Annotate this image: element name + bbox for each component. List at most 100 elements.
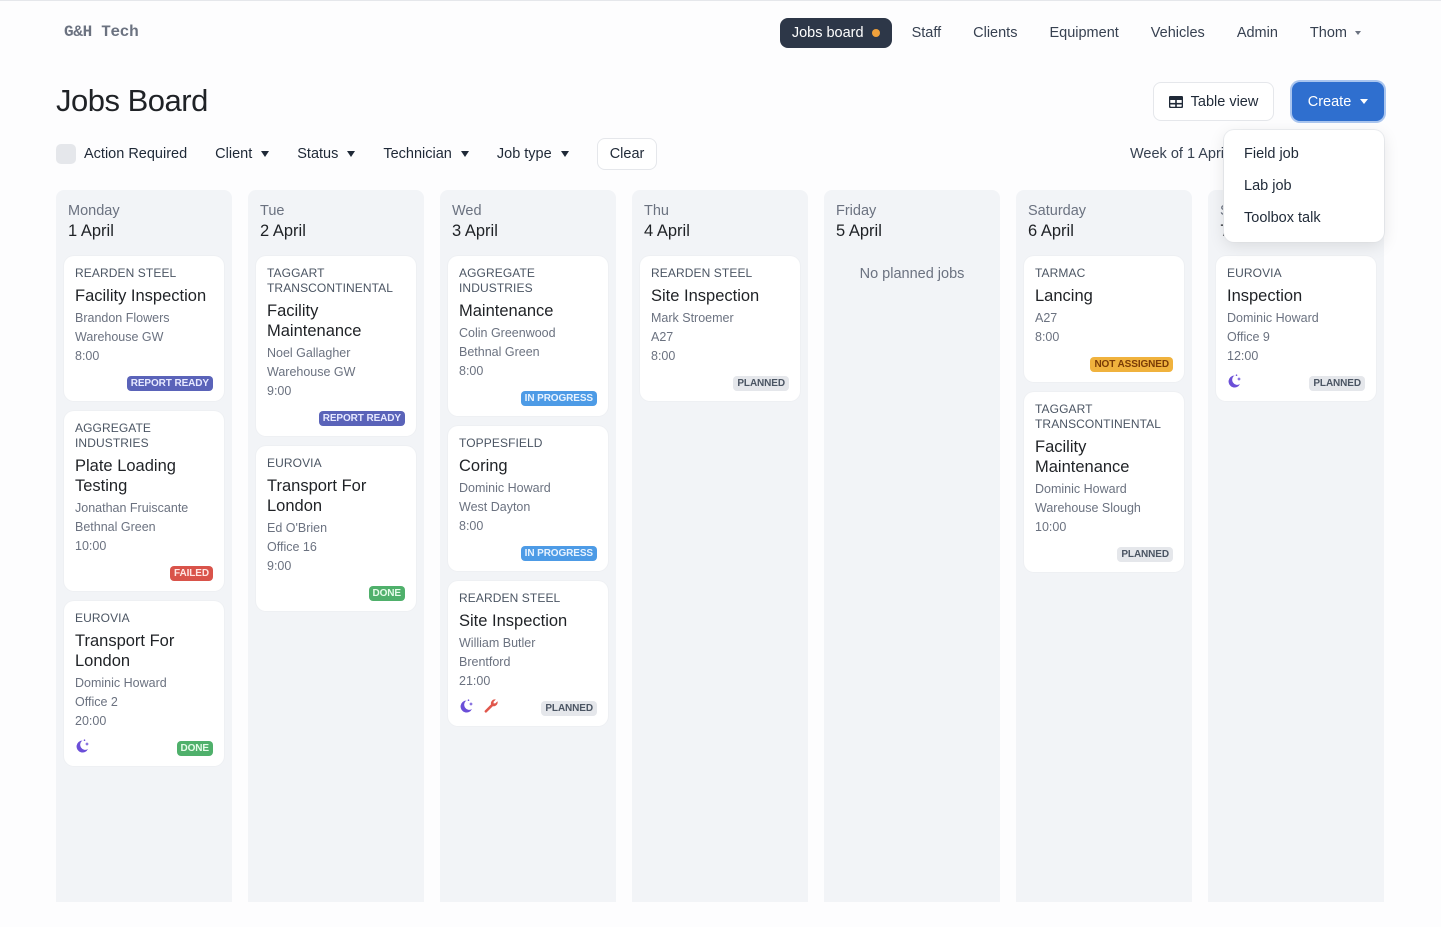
- job-time: 8:00: [459, 519, 484, 533]
- job-card-footer: Done: [75, 738, 213, 758]
- status-badge: Done: [368, 585, 405, 601]
- filter-label: Job type: [496, 146, 552, 162]
- job-location: West Dayton: [459, 500, 531, 514]
- create-button[interactable]: Create: [1292, 82, 1384, 121]
- nav-item-staff[interactable]: Staff: [896, 18, 958, 48]
- action-required-checkbox[interactable]: [56, 144, 76, 164]
- job-location: Warehouse GW: [267, 365, 356, 379]
- job-card-footer: Planned: [651, 375, 789, 391]
- status-badge: Report ready: [126, 375, 213, 391]
- table-view-button[interactable]: Table view: [1153, 82, 1274, 121]
- page-title: Jobs Board: [56, 83, 208, 118]
- job-card[interactable]: Toppesfield Coring Dominic Howard West Dayt…: [448, 426, 608, 571]
- column-date: 4 April: [644, 222, 690, 240]
- top-nav-bar: G&H Tech Jobs board Staff Clients Equipm…: [0, 1, 1441, 65]
- job-location: A27: [651, 330, 674, 344]
- job-title: Transport For London: [267, 477, 367, 515]
- job-icons: [75, 738, 91, 758]
- job-card[interactable]: Aggregate Industries Plate Loading Testin…: [64, 411, 224, 591]
- status-badge: Planned: [1117, 546, 1173, 562]
- job-technician: Brandon Flowers: [75, 311, 170, 325]
- job-client: Rearden Steel: [75, 266, 177, 280]
- job-client: Taggart Transcontinental: [267, 266, 394, 295]
- job-time: 9:00: [267, 384, 292, 398]
- user-menu[interactable]: Thom: [1294, 18, 1377, 48]
- column-day: Tue: [260, 203, 285, 219]
- nav-item-admin[interactable]: Admin: [1221, 18, 1294, 48]
- job-time: 21:00: [459, 674, 491, 688]
- menu-item-lab-job[interactable]: Lab job: [1224, 170, 1384, 202]
- menu-item-toolbox-talk[interactable]: Toolbox talk: [1224, 202, 1384, 234]
- job-card[interactable]: Aggregate Industries Maintenance Colin Gre…: [448, 256, 608, 416]
- status-badge: In progress: [520, 545, 597, 561]
- day-column: Tue 2 April Taggart Transcontinental Facili…: [248, 190, 424, 902]
- job-card[interactable]: Taggart Transcontinental Facility Mainten…: [1024, 392, 1184, 572]
- job-icons: [1227, 373, 1243, 393]
- job-card-footer: In progress: [459, 390, 597, 406]
- job-client: Tarmac: [1035, 266, 1086, 280]
- filter-technician-dropdown[interactable]: Technician: [383, 146, 469, 162]
- job-client: Rearden Steel: [459, 591, 561, 605]
- day-column: Wed 3 April Aggregate Industries Maintenanc…: [440, 190, 616, 902]
- status-badge: Planned: [541, 700, 597, 716]
- action-required-label[interactable]: Action Required: [84, 146, 187, 162]
- column-day: Thu: [644, 203, 669, 219]
- status-badge: Done: [176, 740, 213, 756]
- job-client: Rearden Steel: [651, 266, 753, 280]
- job-technician: Ed O'Brien: [267, 521, 328, 535]
- filter-status-dropdown[interactable]: Status: [297, 146, 356, 162]
- column-day: Saturday: [1028, 203, 1087, 219]
- status-badge: In progress: [520, 390, 597, 406]
- job-technician: Jonathan Fruiscante: [75, 501, 189, 515]
- job-card[interactable]: Eurovia Inspection Dominic Howard Office 9 1…: [1216, 256, 1376, 401]
- app-logo[interactable]: G&H Tech: [64, 23, 139, 41]
- nav-item-jobs-board[interactable]: Jobs board: [779, 18, 892, 48]
- job-client: Eurovia: [75, 611, 130, 625]
- column-day: Monday: [68, 203, 120, 219]
- job-card[interactable]: Eurovia Transport For London Dominic Howar…: [64, 601, 224, 766]
- night-shift-icon: [75, 738, 91, 758]
- day-column: Friday 5 April No planned jobs: [824, 190, 1000, 902]
- menu-item-field-job[interactable]: Field job: [1224, 138, 1384, 170]
- job-card-footer: Failed: [75, 565, 213, 581]
- user-name: Thom: [1309, 25, 1347, 41]
- job-time: 10:00: [75, 539, 107, 553]
- nav-item-clients[interactable]: Clients: [957, 18, 1033, 48]
- job-card[interactable]: Eurovia Transport For London Ed O'Brien Off…: [256, 446, 416, 611]
- status-badge: Report ready: [318, 410, 405, 426]
- clear-filters-button[interactable]: Clear: [596, 138, 658, 170]
- job-time: 12:00: [1227, 349, 1259, 363]
- filter-label: Client: [215, 146, 253, 162]
- job-technician: Dominic Howard: [459, 481, 551, 495]
- job-title: Transport For London: [75, 632, 175, 670]
- job-location: Office 2: [75, 695, 118, 709]
- job-time: 8:00: [1035, 330, 1060, 344]
- job-card[interactable]: Rearden Steel Site Inspection Mark Stroeme…: [640, 256, 800, 401]
- job-title: Site Inspection: [651, 287, 760, 305]
- column-date: 2 April: [260, 222, 306, 240]
- column-day: Friday: [836, 203, 877, 219]
- nav-item-equipment[interactable]: Equipment: [1033, 18, 1134, 48]
- job-technician: Dominic Howard: [1227, 311, 1319, 325]
- chevron-down-icon: [1355, 31, 1361, 35]
- create-label: Create: [1307, 93, 1352, 110]
- column-date: 5 April: [836, 222, 882, 240]
- job-card[interactable]: Tarmac Lancing A27 8:00 Not assigned: [1024, 256, 1184, 382]
- job-card-footer: In progress: [459, 545, 597, 561]
- filter-job-type-dropdown[interactable]: Job type: [497, 146, 569, 162]
- job-time: 9:00: [267, 559, 292, 573]
- job-title: Lancing: [1035, 287, 1093, 305]
- job-location: A27: [1035, 311, 1058, 325]
- job-client: Eurovia: [267, 456, 322, 470]
- nav-item-vehicles[interactable]: Vehicles: [1135, 18, 1221, 48]
- job-location: Warehouse GW: [75, 330, 164, 344]
- filter-client-dropdown[interactable]: Client: [215, 146, 270, 162]
- job-card[interactable]: Rearden Steel Site Inspection William Butl…: [448, 581, 608, 726]
- status-badge: Not assigned: [1090, 356, 1173, 372]
- filter-bar: Action Required Client Status Technician…: [56, 138, 658, 170]
- day-column: Thu 4 April Rearden Steel Site Inspection Ma…: [632, 190, 808, 902]
- job-card[interactable]: Rearden Steel Facility Inspection Brandon …: [64, 256, 224, 401]
- job-card[interactable]: Taggart Transcontinental Facility Mainten…: [256, 256, 416, 436]
- column-date: 6 April: [1028, 222, 1074, 240]
- job-location: Warehouse Slough: [1035, 501, 1141, 515]
